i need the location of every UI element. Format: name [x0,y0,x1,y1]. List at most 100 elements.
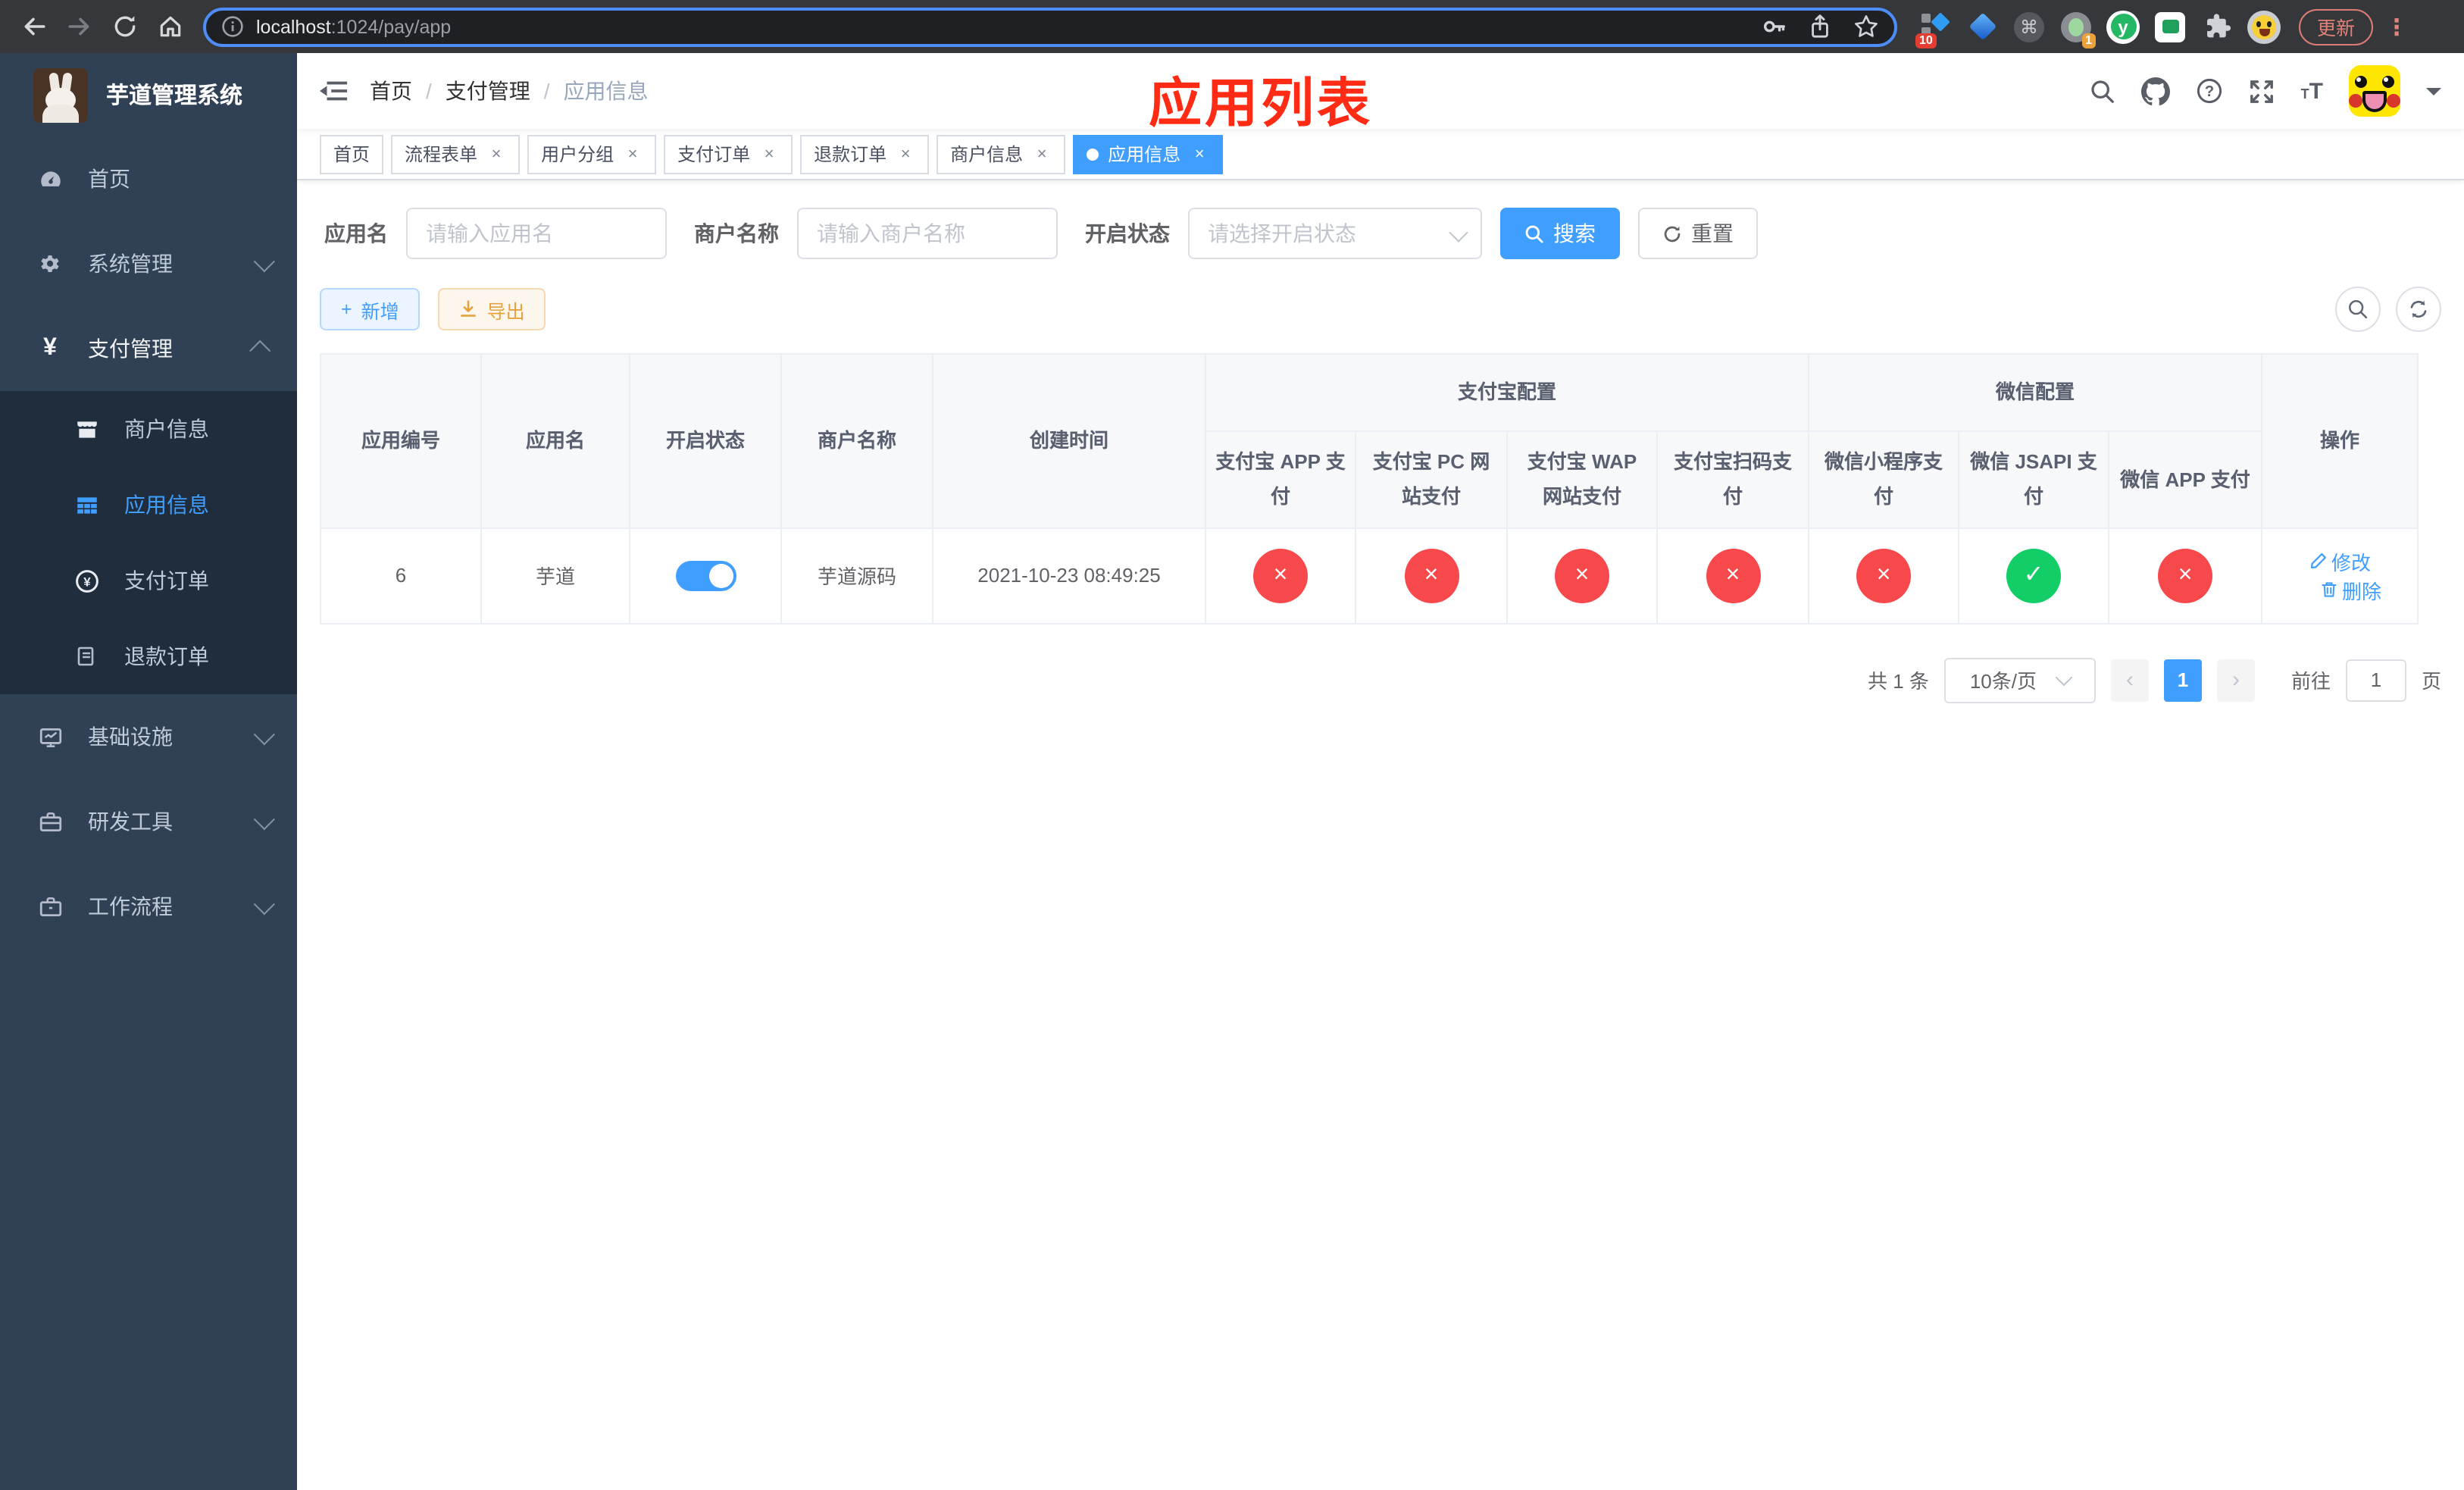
sidebar-item-infrastructure[interactable]: 基础设施 [0,694,297,779]
delete-link[interactable]: 删除 [2319,576,2381,605]
close-icon[interactable]: × [896,144,915,164]
col-header-merchant: 商户名称 [780,353,933,529]
tab-pay-order[interactable]: 支付订单 × [664,134,793,174]
app-name-label: 应用名 [324,221,388,246]
tab-process-form[interactable]: 流程表单 × [391,134,521,174]
tab-home[interactable]: 首页 [320,134,384,174]
extension-recorder-icon[interactable]: 1 [2059,10,2096,48]
breadcrumb-home[interactable]: 首页 [370,76,412,106]
browser-update-button[interactable]: 更新 [2299,8,2374,45]
app-title: 芋道管理系统 [106,83,243,109]
col-header-app-id: 应用编号 [320,353,482,529]
status-select[interactable] [1188,208,1482,259]
github-icon[interactable] [2141,77,2171,105]
cell-wechat-app-status: × [2108,527,2263,624]
cell-alipay-qr-status: × [1656,527,1810,624]
col-header-ops: 操作 [2261,353,2419,529]
search-icon [2349,300,2368,319]
close-icon[interactable]: × [623,144,643,164]
back-icon[interactable] [12,5,55,48]
user-caret-icon[interactable] [2426,87,2441,102]
cell-alipay-app-status: × [1205,527,1356,624]
status-badge: × [1555,548,1609,603]
table-toolbar: + 新增 导出 [320,286,2441,332]
toggle-search-button[interactable] [2335,286,2381,332]
add-button[interactable]: + 新增 [320,288,421,330]
home-icon[interactable] [149,5,191,48]
sidebar-collapse-icon[interactable] [320,79,349,103]
chevron-up-icon [249,340,271,362]
col-header-alipay-wap: 支付宝 WAP 网站支付 [1506,430,1658,529]
close-icon[interactable]: × [1190,144,1209,164]
sidebar-item-app-info[interactable]: 应用信息 [0,467,297,543]
edit-link[interactable]: 修改 [2309,547,2371,576]
next-page-button[interactable]: › [2216,659,2255,702]
extension-badge: 10 [1915,33,1937,48]
search-icon[interactable] [2090,78,2116,104]
status-select-input[interactable] [1188,208,1482,259]
user-avatar[interactable] [2349,65,2400,117]
reload-icon[interactable] [103,5,145,48]
close-icon[interactable]: × [759,144,779,164]
forward-icon[interactable] [58,5,100,48]
reset-button[interactable]: 重置 [1638,208,1758,259]
extension-blocks-icon[interactable]: 10 [1915,10,1952,48]
extensions-puzzle-icon[interactable] [2200,10,2234,43]
merchant-name-input[interactable] [797,208,1058,259]
close-icon[interactable]: × [1032,144,1052,164]
sidebar-item-payment[interactable]: ¥ 支付管理 [0,306,297,391]
extension-chat-icon[interactable] [2153,10,2187,43]
grid-icon [73,492,100,518]
cell-created: 2021-10-23 08:49:25 [932,527,1206,624]
tab-refund-order[interactable]: 退款订单 × [800,134,930,174]
cell-app-id: 6 [320,527,482,624]
app-name-input[interactable] [406,208,667,259]
breadcrumb-payment[interactable]: 支付管理 [446,76,530,106]
browser-menu-icon[interactable]: ⋮ [2385,13,2408,40]
cell-wechat-mini-status: × [1808,527,1960,624]
close-icon[interactable]: × [486,144,506,164]
cell-merchant: 芋道源码 [780,527,933,624]
enabled-switch[interactable] [675,560,736,591]
sidebar-item-merchant-info[interactable]: 商户信息 [0,391,297,467]
tab-merchant-info[interactable]: 商户信息 × [937,134,1066,174]
key-icon[interactable] [1761,14,1787,39]
tags-view-bar: 首页 流程表单 × 用户分组 × 支付订单 × 退款订单 × 商户信息 × 应用信息 × [297,129,2464,180]
profile-avatar-icon[interactable] [2247,10,2281,43]
tab-app-info[interactable]: 应用信息 × [1073,134,1224,174]
sidebar-item-system[interactable]: 系统管理 [0,221,297,306]
sidebar-item-refund-order[interactable]: 退款订单 [0,618,297,694]
search-button[interactable]: 搜索 [1500,208,1620,259]
extension-kite-icon[interactable] [1965,10,1999,43]
col-header-app-name: 应用名 [480,353,630,529]
page-size-select[interactable]: 10条/页 [1943,657,2096,703]
extension-command-icon[interactable]: ⌘ [2012,10,2046,43]
info-icon[interactable] [221,15,244,38]
cell-alipay-wap-status: × [1506,527,1658,624]
sidebar-item-workflow[interactable]: 工作流程 [0,864,297,949]
tab-user-group[interactable]: 用户分组 × [527,134,657,174]
bookmark-star-icon[interactable] [1853,14,1879,39]
status-badge: × [1856,548,1912,603]
refresh-table-button[interactable] [2396,286,2441,332]
font-size-icon[interactable]: TT [2301,78,2323,104]
fullscreen-icon[interactable] [2250,78,2275,104]
sidebar-item-dev-tools[interactable]: 研发工具 [0,779,297,864]
logo-avatar [33,67,88,122]
url-text[interactable]: localhost:1024/pay/app [256,16,1749,37]
refresh-icon [2410,300,2427,318]
url-bar[interactable]: localhost:1024/pay/app [203,7,1897,46]
app-logo[interactable]: 芋道管理系统 [0,53,297,136]
share-icon[interactable] [1808,14,1832,39]
sidebar-item-pay-order[interactable]: ¥ 支付订单 [0,543,297,618]
goto-page-input[interactable] [2345,659,2406,702]
prev-page-button[interactable]: ‹ [2110,659,2149,702]
help-icon[interactable]: ? [2197,77,2224,105]
extension-y-icon[interactable]: y [2106,10,2140,43]
export-button[interactable]: 导出 [438,288,546,330]
sidebar-item-home[interactable]: 首页 [0,136,297,221]
goto-label: 前往 [2290,670,2331,693]
cell-ops: 修改 删除 [2261,527,2419,624]
page-number-current[interactable]: 1 [2163,659,2202,702]
table-row: 6 芋道 芋道源码 2021-10-23 08:49:25 × × × × × [320,527,2419,624]
